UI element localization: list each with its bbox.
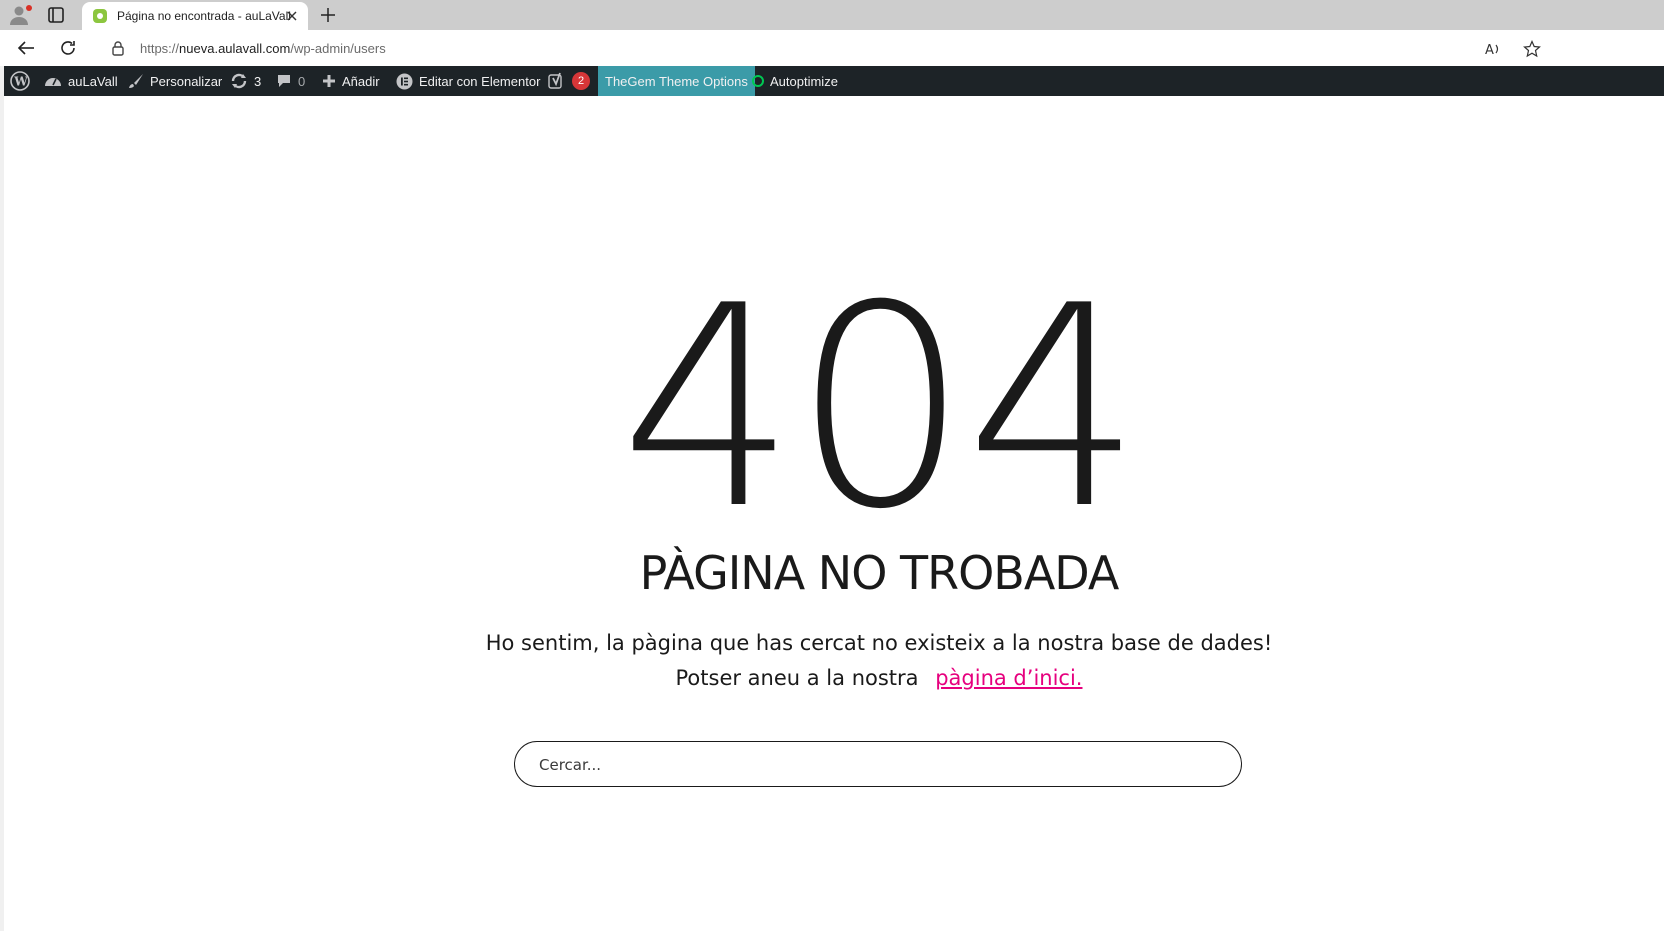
adminbar-thegem-options[interactable]: TheGem Theme Options [598, 66, 755, 96]
browser-tab-strip: Página no encontrada - auLaVall [0, 0, 1664, 30]
adminbar-updates[interactable]: 3 [230, 66, 261, 96]
brush-icon [129, 74, 143, 88]
search-box[interactable] [514, 741, 1242, 787]
lock-icon[interactable] [110, 40, 126, 56]
reload-icon[interactable] [58, 38, 78, 58]
close-tab-icon[interactable] [285, 9, 299, 23]
adminbar-yoast[interactable]: 2 [548, 66, 590, 96]
home-page-link[interactable]: pàgina d’inici. [935, 666, 1082, 690]
address-bar[interactable]: https://nueva.aulavall.com/wp-admin/user… [94, 33, 1562, 63]
favorite-star-icon[interactable] [1523, 40, 1541, 58]
wordpress-logo-icon[interactable]: W [10, 66, 30, 96]
wp-admin-bar: W auLaVall Personalizar 3 0 Añadir Edita… [4, 66, 1664, 96]
svg-text:A: A [1485, 43, 1494, 58]
dashboard-icon [45, 78, 61, 86]
back-icon[interactable] [16, 38, 36, 58]
page-title: PÀGINA NO TROBADA [639, 546, 1120, 600]
customize-label: Personalizar [150, 73, 223, 89]
adminbar-site-name[interactable]: auLaVall [44, 66, 118, 96]
message-line-2-text: Potser aneu a la nostra [675, 666, 919, 690]
message-line-2: Potser aneu a la nostra pàgina d’inici. [440, 661, 1318, 696]
url-host: nueva.aulavall.com [179, 41, 291, 56]
new-tab-icon[interactable] [318, 5, 338, 25]
tab-actions-icon[interactable] [46, 5, 66, 25]
read-aloud-icon[interactable]: A [1484, 40, 1502, 58]
updates-count: 3 [254, 73, 262, 89]
new-label: Añadir [342, 73, 380, 89]
adminbar-autoptimize[interactable]: Autoptimize [752, 66, 838, 96]
adminbar-comments[interactable]: 0 [276, 66, 305, 96]
yoast-icon [548, 72, 562, 89]
profile-icon[interactable] [8, 3, 34, 27]
notification-dot [26, 5, 32, 11]
tab-title: Página no encontrada - auLaVall [117, 9, 291, 23]
error-message: Ho sentim, la pàgina que has cercat no e… [440, 626, 1318, 696]
yoast-notification-badge: 2 [572, 72, 590, 90]
browser-tab[interactable]: Página no encontrada - auLaVall [82, 2, 308, 30]
plus-icon [323, 75, 335, 87]
adminbar-elementor[interactable]: Editar con Elementor [396, 66, 540, 96]
error-code: 404 [619, 246, 1143, 570]
elementor-icon [396, 73, 413, 89]
url-scheme: https:// [140, 41, 180, 56]
thegem-label: TheGem Theme Options [605, 73, 748, 89]
message-line-1: Ho sentim, la pàgina que has cercat no e… [485, 631, 1273, 655]
elementor-label: Editar con Elementor [419, 73, 541, 89]
site-name-label: auLaVall [68, 73, 118, 89]
browser-toolbar: https://nueva.aulavall.com/wp-admin/user… [0, 30, 1664, 66]
updates-icon [231, 73, 247, 89]
search-input[interactable] [537, 752, 1221, 778]
url-text[interactable]: https://nueva.aulavall.com/wp-admin/user… [140, 41, 386, 56]
svg-text:W: W [13, 75, 28, 89]
comment-icon [278, 75, 290, 87]
url-path: /wp-admin/users [290, 41, 386, 56]
page-left-edge [0, 66, 4, 931]
site-favicon-icon [93, 9, 107, 23]
autoptimize-label: Autoptimize [770, 73, 838, 89]
comments-count: 0 [298, 73, 306, 89]
autoptimize-status-icon [752, 75, 764, 87]
adminbar-customize[interactable]: Personalizar [128, 66, 222, 96]
adminbar-new[interactable]: Añadir [322, 66, 380, 96]
